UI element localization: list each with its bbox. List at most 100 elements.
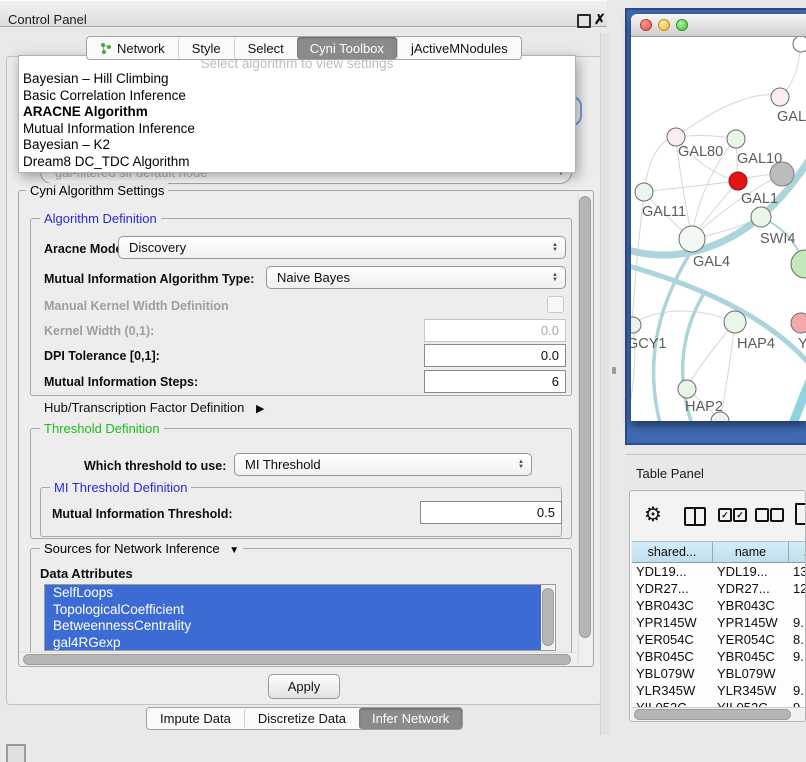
algorithm-option-basic-correlation-inference[interactable]: Basic Correlation Inference	[19, 88, 575, 105]
dpi-tolerance-field[interactable]: 0.0	[424, 344, 566, 367]
network-node-gal1[interactable]	[729, 172, 747, 190]
tab-select[interactable]: Select	[234, 37, 297, 59]
table-hscrollbar-thumb[interactable]	[634, 709, 791, 720]
network-edge[interactable]	[632, 311, 735, 324]
apply-button[interactable]: Apply	[268, 674, 340, 699]
network-edge[interactable]	[687, 322, 735, 389]
table-row[interactable]: YIL052CYIL052C9	[632, 699, 806, 707]
tab-jactivemnodules[interactable]: jActiveMNodules	[397, 37, 521, 59]
mi-steps-field[interactable]: 6	[424, 370, 566, 393]
table-cell: YER054C	[713, 631, 789, 648]
attribute-item-betweennesscentrality[interactable]: BetweennessCentrality	[45, 618, 542, 635]
tab-label: Cyni Toolbox	[310, 41, 384, 56]
expand-right-icon[interactable]: ▶	[256, 403, 264, 415]
table-cell: YBL079W	[713, 665, 789, 682]
select-all-checkbox-icon[interactable]: ✓	[718, 508, 732, 522]
table-row[interactable]: YBR045CYBR045C9.	[632, 648, 806, 665]
network-node[interactable]	[793, 37, 806, 52]
table-row[interactable]: YDL19...YDL19...13	[632, 563, 806, 580]
settings-scrollbar-thumb[interactable]	[579, 196, 591, 638]
close-traffic-light-icon[interactable]	[640, 19, 652, 31]
attribute-item-selfloops[interactable]: SelfLoops	[45, 585, 542, 602]
float-window-icon[interactable]	[577, 14, 591, 28]
deselect-all-checkbox2-icon[interactable]	[770, 508, 784, 522]
settings-hscrollbar-thumb[interactable]	[23, 654, 571, 665]
algorithm-option-aracne-algorithm[interactable]: ARACNE Algorithm	[19, 104, 575, 121]
tab-label: Discretize Data	[258, 711, 346, 726]
attribute-item-topologicalcoefficient[interactable]: TopologicalCoefficient	[45, 602, 542, 619]
table-row[interactable]: YDR27...YDR27...12	[632, 580, 806, 597]
sources-group-title[interactable]: Sources for Network Inference ▼	[40, 541, 243, 556]
network-edge[interactable]	[644, 181, 738, 192]
manual-kernel-checkbox[interactable]	[547, 296, 564, 313]
deselect-all-checkbox-icon[interactable]	[755, 508, 769, 522]
algorithm-option-mutual-information-inference[interactable]: Mutual Information Inference	[19, 121, 575, 138]
which-threshold-value: MI Threshold	[245, 457, 321, 472]
panel-splitter[interactable]	[600, 33, 609, 735]
minimize-traffic-light-icon[interactable]	[658, 19, 670, 31]
zoom-traffic-light-icon[interactable]	[676, 19, 688, 31]
table-row[interactable]: YER054CYER054C8.	[632, 631, 806, 648]
tab-style[interactable]: Style	[178, 37, 234, 59]
column-header-name[interactable]: name	[713, 541, 789, 563]
node-label: Y	[798, 336, 806, 352]
network-node-y[interactable]	[791, 313, 806, 333]
table-row[interactable]: YPR145WYPR145W9.	[632, 614, 806, 631]
table-row[interactable]: YBR043CYBR043C	[632, 597, 806, 614]
network-node-gal11[interactable]	[635, 183, 653, 201]
hub-section[interactable]: Hub/Transcription Factor Definition ▶	[44, 400, 264, 415]
network-node-gal4[interactable]	[679, 226, 705, 252]
threshold-definition-title: Threshold Definition	[40, 421, 164, 436]
network-canvas[interactable]: GALGAL80GAL10GAL1GAL11SWI4GAL4GCY1HAP4YH…	[631, 37, 806, 421]
table-cell: 9	[789, 699, 806, 707]
network-node-gal10[interactable]	[727, 130, 745, 148]
splitter-handle-icon[interactable]	[612, 367, 616, 374]
network-edge[interactable]	[644, 137, 676, 192]
tab-discretize-data[interactable]: Discretize Data	[244, 708, 359, 729]
columns-icon[interactable]	[684, 507, 706, 526]
attribute-item-gal4rgexp[interactable]: gal4RGexp	[45, 635, 542, 652]
close-icon[interactable]: ✗	[594, 11, 606, 28]
network-node-hap4[interactable]	[724, 311, 746, 333]
attr-scrollbar-thumb[interactable]	[542, 588, 554, 646]
tab-label: Impute Data	[160, 711, 231, 726]
tab-cyni-toolbox[interactable]: Cyni Toolbox	[297, 37, 397, 59]
kernel-width-field[interactable]: 0.0	[424, 319, 566, 342]
column-header-a[interactable]: A	[789, 541, 806, 563]
network-node[interactable]	[791, 250, 806, 278]
table-cell: YLR345W	[632, 682, 713, 699]
select-all-checkbox2-icon[interactable]: ✓	[733, 508, 747, 522]
cyni-bottom-tabs: Impute Data Discretize Data Infer Network	[146, 707, 463, 730]
collapse-down-icon[interactable]: ▼	[229, 545, 239, 556]
dock-corner-icon[interactable]	[6, 744, 26, 762]
network-edge[interactable]	[676, 95, 780, 137]
gear-icon[interactable]: ⚙	[644, 502, 662, 527]
which-threshold-combo[interactable]: MI Threshold ▲▼	[234, 453, 532, 476]
table-row[interactable]: YLR345WYLR345W9.	[632, 682, 806, 699]
network-node-hap2[interactable]	[678, 380, 696, 398]
stepper-icon: ▲▼	[552, 243, 558, 253]
application-window: Control Panel ✗ NetworkStyleSelectCyni T…	[0, 0, 806, 762]
aracne-mode-combo[interactable]: Discovery ▲▼	[118, 236, 566, 259]
algorithm-option-bayesian-k2[interactable]: Bayesian – K2	[19, 137, 575, 154]
network-node-gal[interactable]	[771, 88, 789, 106]
algorithm-dropdown-popup: Select algorithm to view settings Bayesi…	[18, 55, 576, 173]
export-table-icon[interactable]	[795, 503, 806, 525]
network-window-titlebar[interactable]	[631, 14, 806, 37]
table-row[interactable]: YBL079WYBL079W	[632, 665, 806, 682]
tab-infer-network[interactable]: Infer Network	[359, 708, 462, 729]
node-label: HAP2	[685, 399, 723, 415]
algorithm-option-bayesian-hill-climbing[interactable]: Bayesian – Hill Climbing	[19, 71, 575, 88]
aracne-mode-label: Aracne Mode:	[44, 242, 127, 256]
network-node-swi4[interactable]	[751, 207, 771, 227]
network-edge[interactable]	[791, 369, 806, 421]
mi-threshold-field[interactable]: 0.5	[420, 501, 562, 524]
tab-network[interactable]: Network	[87, 37, 178, 59]
node-label: GAL10	[737, 151, 782, 167]
kernel-width-label: Kernel Width (0,1):	[44, 324, 154, 338]
tab-impute-data[interactable]: Impute Data	[147, 708, 244, 729]
column-header-shared[interactable]: shared...	[632, 541, 713, 563]
algorithm-option-dream8-dc-tdc-algorithm[interactable]: Dream8 DC_TDC Algorithm	[19, 154, 575, 171]
mi-type-combo[interactable]: Naive Bayes ▲▼	[266, 266, 566, 289]
node-label: GAL	[777, 109, 806, 125]
